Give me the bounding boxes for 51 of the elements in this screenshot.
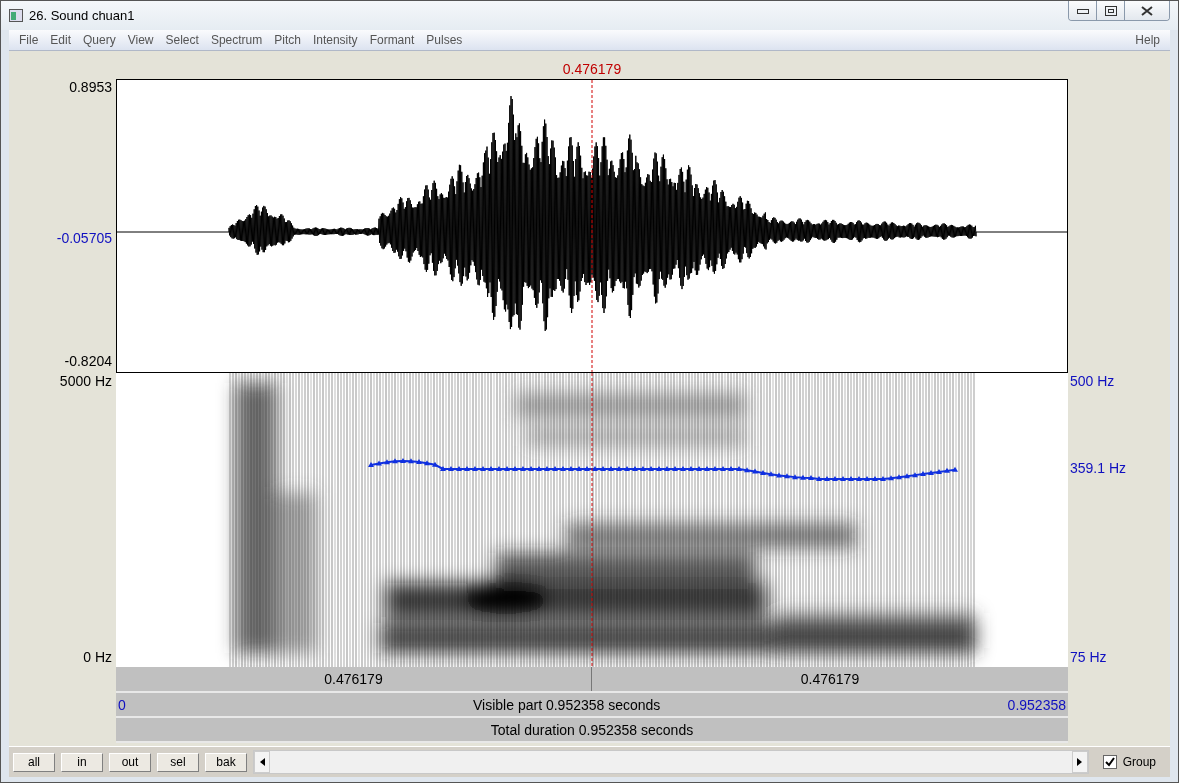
menu-item[interactable]: File <box>13 33 45 47</box>
amplitude-max-label: 0.8953 <box>69 79 112 95</box>
scroll-bar[interactable] <box>253 750 1089 774</box>
amplitude-min-label: -0.8204 <box>64 353 112 369</box>
left-arrow-icon <box>259 758 265 766</box>
zoom-button[interactable]: bak <box>205 752 247 772</box>
zoom-button[interactable]: all <box>13 752 55 772</box>
total-duration-label: Total duration 0.952358 seconds <box>489 721 695 738</box>
spectrogram-panel[interactable] <box>116 373 1068 667</box>
restore-icon <box>1104 5 1117 16</box>
menu-item[interactable]: View <box>121 33 160 47</box>
menu-item[interactable]: Formant <box>363 33 421 47</box>
start-time-label: 0 <box>117 696 127 713</box>
minimize-icon <box>1076 7 1089 14</box>
window-title: 26. Sound chuan1 <box>29 8 136 23</box>
menu-item[interactable]: Help <box>1129 33 1166 47</box>
total-duration-bar[interactable]: Total duration 0.952358 seconds <box>116 718 1068 743</box>
zoom-button[interactable]: in <box>61 752 103 772</box>
pitch-value-label: 359.1 Hz <box>1070 460 1127 476</box>
end-time-label: 0.952358 <box>1006 696 1067 713</box>
amplitude-zero-label: -0.05705 <box>56 230 112 246</box>
maximize-button[interactable] <box>1097 1 1125 20</box>
group-label: Group <box>1122 755 1156 769</box>
cursor-time-label: 0.476179 <box>562 61 622 77</box>
frequency-min-label: 0 Hz <box>83 649 112 665</box>
menu-item[interactable]: Select <box>159 33 205 47</box>
menu-item[interactable]: Spectrum <box>204 33 269 47</box>
time-label: 0.476179 <box>324 671 383 687</box>
pitch-min-label: 75 Hz <box>1070 649 1107 665</box>
time-bar[interactable]: 0.476179 0.476179 <box>116 667 1068 693</box>
time-label: 0.476179 <box>800 671 860 687</box>
visible-part-bar[interactable]: 0 Visible part 0.952358 seconds 0.952358 <box>116 693 1068 718</box>
menu-item[interactable]: Query <box>77 33 122 47</box>
menu-item[interactable]: Pitch <box>268 33 307 47</box>
app-icon <box>9 9 23 22</box>
frequency-max-label: 5000 Hz <box>59 373 112 389</box>
menu-item[interactable]: Pulses <box>420 33 469 47</box>
menu-item[interactable]: Intensity <box>306 33 364 47</box>
scroll-right-button[interactable] <box>1071 751 1088 773</box>
pitch-max-label: 500 Hz <box>1070 373 1115 389</box>
minimize-button[interactable] <box>1069 1 1097 20</box>
close-icon <box>1141 5 1153 16</box>
close-button[interactable] <box>1125 1 1169 20</box>
waveform-panel[interactable] <box>116 79 1068 373</box>
zoom-button[interactable]: sel <box>157 752 199 772</box>
menu-item[interactable]: Edit <box>44 33 78 47</box>
scroll-left-button[interactable] <box>254 751 270 773</box>
zoom-button[interactable]: out <box>109 752 151 772</box>
visible-part-label: Visible part 0.952358 seconds <box>472 696 662 713</box>
group-checkbox[interactable] <box>1102 755 1117 769</box>
right-arrow-icon <box>1077 758 1083 766</box>
